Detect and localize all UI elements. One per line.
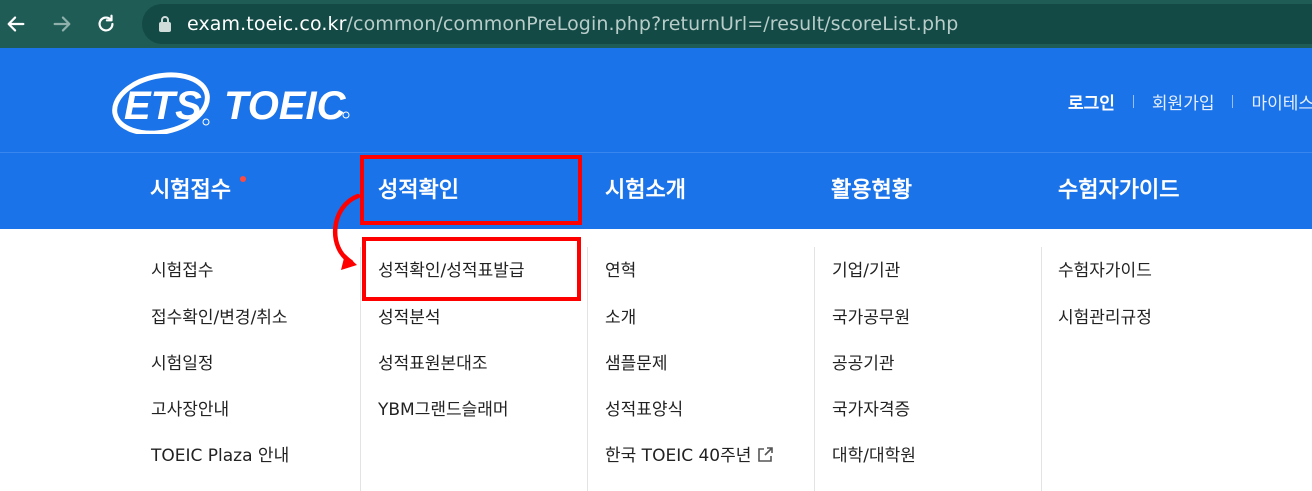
- menu-item-test-center[interactable]: 고사장안내: [151, 399, 229, 421]
- menu-item-history[interactable]: 연혁: [605, 260, 636, 282]
- svg-text:TOEIC: TOEIC: [224, 84, 347, 128]
- menu-item-examinee-guide[interactable]: 수험자가이드: [1058, 260, 1152, 282]
- menu-item-universities[interactable]: 대학/대학원: [832, 445, 916, 467]
- reload-button[interactable]: [90, 8, 122, 40]
- forward-button[interactable]: [46, 8, 78, 40]
- mega-menu-dropdown: 시험접수 접수확인/변경/취소 시험일정 고사장안내 TOEIC Plaza 안…: [0, 229, 1312, 491]
- menu-item-introduction[interactable]: 소개: [605, 307, 636, 329]
- highlight-box-score-report: [362, 237, 581, 301]
- menu-item-certifications[interactable]: 국가자격증: [832, 399, 910, 421]
- anniversary-label: 한국 TOEIC 40주년: [605, 446, 752, 466]
- login-link[interactable]: 로그인: [1068, 89, 1115, 114]
- menu-item-score-analysis[interactable]: 성적분석: [378, 307, 441, 329]
- menu-item-40th-anniversary[interactable]: 한국 TOEIC 40주년: [605, 445, 774, 467]
- site-header: ETS TOEIC 로그인 회원가입 마이테스트: [0, 48, 1312, 152]
- menu-item-score-format[interactable]: 성적표양식: [605, 399, 683, 421]
- mypage-link[interactable]: 마이테스트: [1251, 89, 1312, 114]
- svg-text:ETS: ETS: [124, 84, 202, 128]
- browser-toolbar: exam.toeic.co.kr/common/commonPreLogin.p…: [0, 0, 1312, 48]
- curved-arrow-icon: [333, 193, 361, 270]
- column-divider: [587, 247, 588, 491]
- url-path: /common/commonPreLogin.php?returnUrl=/re…: [346, 13, 959, 35]
- column-divider: [360, 247, 361, 491]
- menu-item-companies[interactable]: 기업/기관: [832, 260, 900, 282]
- nav-item-usage-status[interactable]: 활용현황: [831, 177, 912, 205]
- nav-item-exam-intro[interactable]: 시험소개: [605, 177, 686, 205]
- menu-item-exam-schedule[interactable]: 시험일정: [151, 353, 214, 375]
- column-divider: [814, 247, 815, 491]
- address-bar[interactable]: exam.toeic.co.kr/common/commonPreLogin.p…: [142, 4, 1312, 44]
- lock-icon: [159, 16, 171, 32]
- menu-item-public-institutions[interactable]: 공공기관: [832, 353, 895, 375]
- url-text: exam.toeic.co.kr/common/commonPreLogin.p…: [187, 12, 958, 36]
- menu-item-exam-rules[interactable]: 시험관리규정: [1058, 307, 1152, 329]
- back-arrow-icon: [7, 16, 25, 32]
- reload-icon: [98, 14, 114, 32]
- forward-arrow-icon: [53, 16, 71, 32]
- nav-item-exam-registration[interactable]: 시험접수: [150, 177, 231, 205]
- url-host: exam.toeic.co.kr: [187, 13, 347, 35]
- main-nav: 시험접수 성적확인 시험소개 활용현황 수험자가이드: [0, 152, 1312, 229]
- new-indicator-dot: [240, 176, 246, 182]
- top-links: 로그인 회원가입 마이테스트: [1068, 89, 1312, 114]
- menu-item-sample-questions[interactable]: 샘플문제: [605, 353, 668, 375]
- menu-item-score-verification[interactable]: 성적표원본대조: [378, 353, 487, 375]
- nav-item-examinee-guide[interactable]: 수험자가이드: [1058, 177, 1179, 205]
- signup-link[interactable]: 회원가입: [1152, 89, 1215, 114]
- menu-item-registration-change[interactable]: 접수확인/변경/취소: [151, 307, 288, 329]
- link-divider: [1232, 94, 1234, 108]
- ets-toeic-logo[interactable]: ETS TOEIC: [110, 72, 360, 134]
- menu-item-ybm-grandslammer[interactable]: YBM그랜드슬래머: [378, 399, 509, 421]
- menu-item-exam-registration[interactable]: 시험접수: [151, 260, 214, 282]
- menu-item-civil-servants[interactable]: 국가공무원: [832, 307, 910, 329]
- highlight-box-score-nav: [360, 155, 582, 225]
- column-divider: [1041, 247, 1042, 491]
- external-link-icon: [758, 447, 774, 462]
- menu-item-toeic-plaza[interactable]: TOEIC Plaza 안내: [151, 445, 289, 467]
- back-button[interactable]: [0, 8, 32, 40]
- link-divider: [1132, 94, 1134, 108]
